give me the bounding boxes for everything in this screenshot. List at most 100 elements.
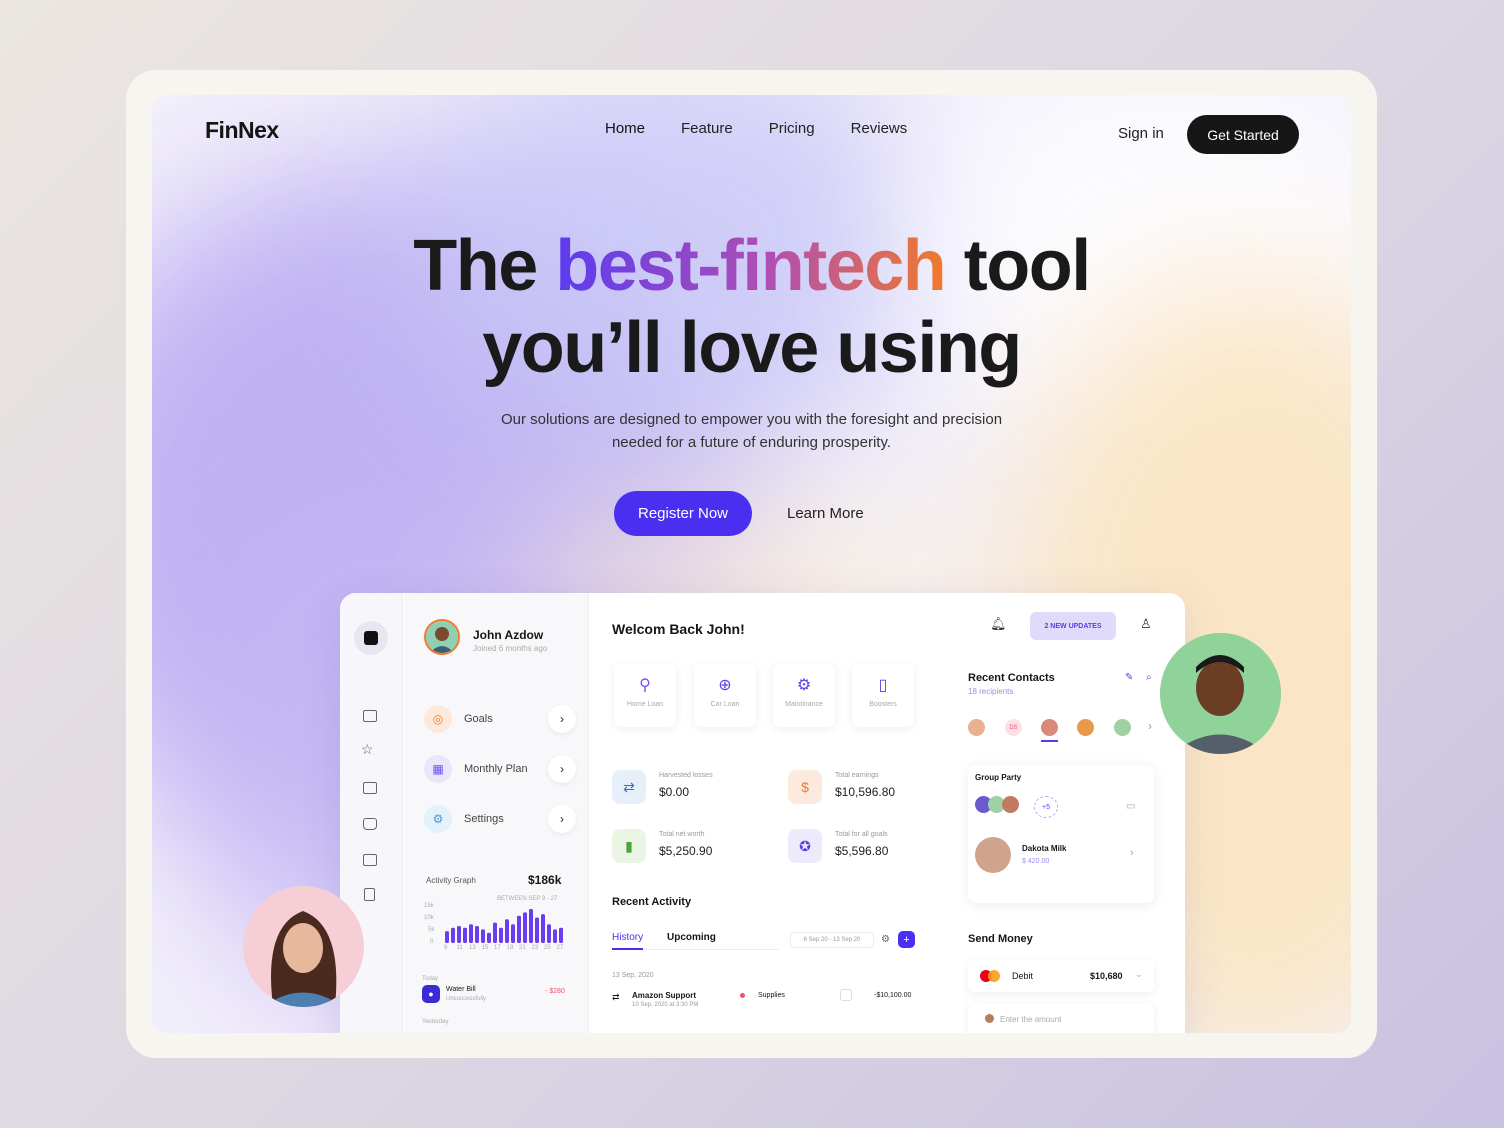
y-tick: 10k bbox=[424, 915, 434, 921]
star-icon[interactable]: ☆ bbox=[361, 741, 374, 758]
service-maintenance[interactable]: ⚙ Maintinance bbox=[773, 663, 835, 727]
x-tick: 21 bbox=[519, 945, 526, 951]
archive-icon[interactable] bbox=[363, 854, 377, 866]
contact-avatar[interactable] bbox=[1041, 719, 1058, 736]
contact-avatar[interactable] bbox=[968, 719, 985, 736]
service-boosters[interactable]: ▯ Boosters bbox=[852, 663, 914, 727]
updates-badge[interactable]: 2 NEW UPDATES bbox=[1030, 612, 1116, 640]
y-tick: 0 bbox=[430, 939, 434, 945]
group-title: Group Party bbox=[975, 773, 1022, 782]
contact-avatar[interactable] bbox=[1114, 719, 1131, 736]
bill-name: Water Bill bbox=[446, 986, 476, 993]
amount-input[interactable]: Enter the amount bbox=[968, 1004, 1154, 1033]
recent-contacts-count: 18 recipients bbox=[968, 687, 1014, 696]
add-button[interactable]: + bbox=[898, 931, 915, 948]
activity-graph-value: $186k bbox=[528, 873, 562, 887]
x-tick: 9 bbox=[444, 945, 448, 951]
activity-graph-title: Activity Graph bbox=[426, 876, 476, 885]
user-icon[interactable]: ♙ bbox=[1140, 616, 1152, 632]
water-drop-icon: ● bbox=[422, 985, 440, 1003]
activity-bar bbox=[547, 924, 551, 943]
brand-logo[interactable]: FinNex bbox=[205, 117, 279, 144]
activity-row[interactable]: ⇄ Amazon Support 10 Sep, 2020 at 3:30 PM… bbox=[612, 989, 922, 1014]
chevron-right-icon[interactable]: › bbox=[1148, 719, 1152, 733]
user-joined: Joined 6 months ago bbox=[473, 644, 548, 653]
menu-settings[interactable]: ⚙ Settings › bbox=[424, 804, 576, 834]
edit-icon[interactable]: ✎ bbox=[1125, 672, 1133, 683]
steering-wheel-icon: ⊕ bbox=[718, 677, 732, 694]
y-tick: 5k bbox=[428, 927, 435, 933]
activity-bar bbox=[499, 927, 503, 943]
tab-upcoming[interactable]: Upcoming bbox=[667, 932, 716, 943]
activity-bar bbox=[505, 919, 509, 943]
contact-avatar[interactable]: DS bbox=[1005, 719, 1022, 736]
more-members[interactable]: +5 bbox=[1034, 796, 1058, 818]
service-home-loan[interactable]: ⚲ Home Loan bbox=[614, 663, 676, 727]
date-range-picker[interactable]: 6 Sep 20 - 13 Sep 20 bbox=[790, 932, 874, 948]
send-money-title: Send Money bbox=[968, 933, 1033, 945]
chevron-right-icon[interactable]: › bbox=[548, 755, 576, 783]
woman-portrait bbox=[243, 886, 364, 1007]
contact-avatar[interactable] bbox=[1077, 719, 1094, 736]
trash-icon[interactable] bbox=[364, 888, 375, 901]
menu-monthly-plan[interactable]: ▦ Monthly Plan › bbox=[424, 754, 576, 784]
get-started-button[interactable]: Get Started bbox=[1187, 115, 1299, 154]
learn-more-link[interactable]: Learn More bbox=[787, 505, 864, 522]
x-tick: 11 bbox=[456, 945, 463, 951]
x-tick: 15 bbox=[481, 945, 489, 951]
user-avatar[interactable] bbox=[424, 619, 460, 655]
activity-bar bbox=[559, 927, 563, 943]
nav-feature[interactable]: Feature bbox=[681, 120, 733, 137]
debit-card-select[interactable]: Debit $10,680 ⌄ bbox=[968, 960, 1154, 992]
today-label: Today bbox=[422, 976, 439, 982]
medal-icon: ✪ bbox=[788, 829, 822, 863]
stat-total-goals: ✪ Total for all goals $5,596.80 bbox=[788, 829, 958, 865]
activity-graph-range: BETWEEN SEP 9 - 27 bbox=[497, 896, 558, 902]
chevron-right-icon[interactable]: › bbox=[548, 705, 576, 733]
activity-bar bbox=[493, 922, 497, 943]
bell-icon[interactable]: 🔔︎ bbox=[990, 616, 1007, 632]
hero-subtitle: Our solutions are designed to empower yo… bbox=[500, 411, 1003, 451]
avatar bbox=[985, 1014, 994, 1023]
swap-icon: ⇄ bbox=[612, 992, 620, 1002]
activity-bar bbox=[475, 926, 479, 943]
member-avatar bbox=[1002, 796, 1019, 813]
chevron-right-icon[interactable]: › bbox=[548, 805, 576, 833]
register-now-button[interactable]: Register Now bbox=[614, 491, 752, 536]
activity-bar bbox=[457, 926, 461, 943]
key-icon: ⚲ bbox=[639, 677, 651, 694]
calendar-icon[interactable] bbox=[363, 782, 377, 794]
activity-bar bbox=[517, 915, 521, 943]
nav-home[interactable]: Home bbox=[605, 120, 645, 137]
menu-goals[interactable]: ◎ Goals › bbox=[424, 704, 576, 734]
target-icon: ◎ bbox=[424, 705, 452, 733]
app-logo-icon[interactable] bbox=[354, 621, 388, 655]
welcome-title: Welcom Back John! bbox=[612, 621, 745, 637]
activity-bar bbox=[553, 929, 557, 943]
service-car-loan[interactable]: ⊕ Car Loan bbox=[694, 663, 756, 727]
inbox-icon[interactable] bbox=[363, 710, 377, 722]
dashboard-preview: ☆ John Azdow Joined 6 months ago ◎ Goals… bbox=[340, 593, 1185, 1033]
bar-chart-icon: ▮ bbox=[612, 829, 646, 863]
member-photo bbox=[975, 837, 1011, 873]
search-icon[interactable]: ⌕ bbox=[1146, 672, 1152, 683]
bag-icon[interactable] bbox=[363, 818, 377, 830]
top-nav: Home Feature Pricing Reviews bbox=[605, 120, 907, 137]
chat-icon[interactable]: ▭ bbox=[1126, 801, 1135, 812]
hero-title-line-1: The best-fintech tool bbox=[413, 226, 1091, 306]
nav-reviews[interactable]: Reviews bbox=[851, 120, 908, 137]
tab-history[interactable]: History bbox=[612, 932, 644, 950]
man-portrait bbox=[1160, 633, 1281, 754]
hero-highlight: best-fintech bbox=[555, 226, 947, 306]
nav-pricing[interactable]: Pricing bbox=[769, 120, 815, 137]
attachment-icon[interactable] bbox=[840, 989, 852, 1001]
stat-total-earnings: $ Total earnings $10,596.80 bbox=[788, 770, 958, 806]
activity-bar bbox=[481, 929, 485, 943]
filter-gear-icon[interactable]: ⚙ bbox=[881, 934, 890, 945]
yesterday-label: Yesterday bbox=[422, 1019, 449, 1025]
landing-page: FinNex Home Feature Pricing Reviews Sign… bbox=[152, 95, 1351, 1033]
activity-tabs: History Upcoming bbox=[612, 928, 779, 950]
bill-status: Unsuccessfully bbox=[446, 996, 487, 1002]
chevron-right-icon[interactable]: › bbox=[1130, 847, 1134, 859]
sign-in-link[interactable]: Sign in bbox=[1118, 125, 1164, 142]
